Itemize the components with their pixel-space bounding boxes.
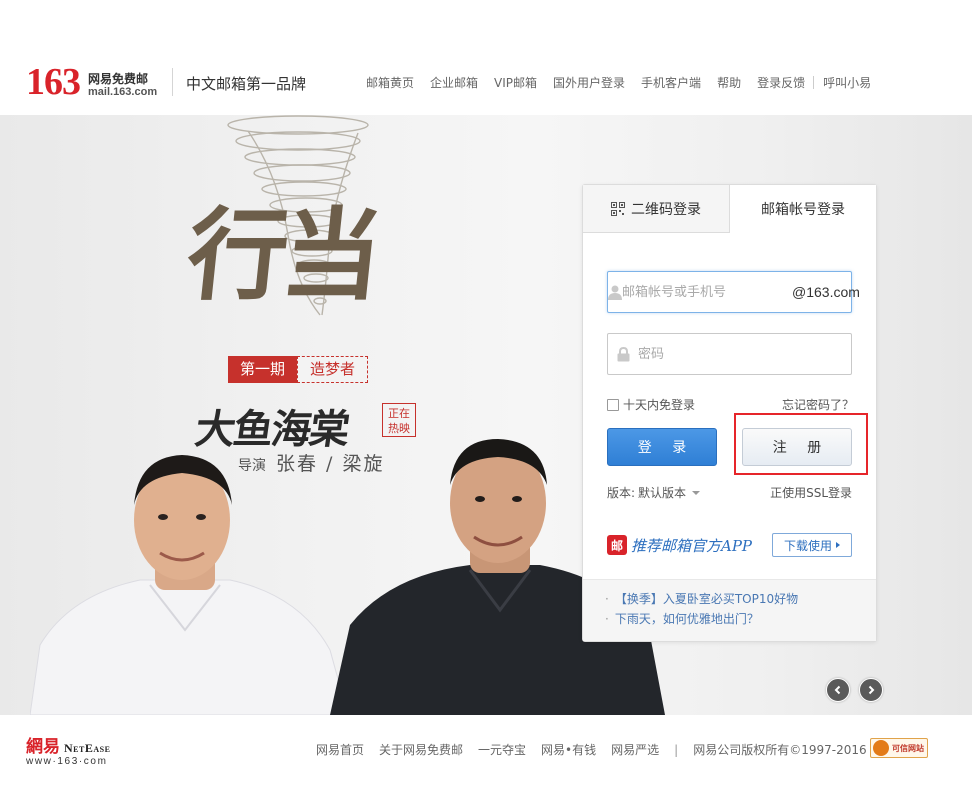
- page-footer: 網易 NetEase www·163·com 网易首页 关于网易免费邮 一元夺宝 …: [0, 715, 972, 811]
- qr-code-icon: [611, 201, 625, 216]
- footer-separator: |: [674, 742, 679, 757]
- netease-logo[interactable]: 網易 NetEase www·163·com: [26, 732, 110, 767]
- password-input[interactable]: [638, 335, 851, 373]
- bullet-icon: ·: [605, 592, 609, 606]
- remember-checkbox[interactable]: 十天内免登录: [607, 396, 695, 413]
- app-promo: 邮 推荐邮箱官方APP 下载使用: [607, 533, 852, 557]
- copyright-text: 网易公司版权所有©1997-2016: [693, 743, 867, 757]
- play-arrow-icon: [836, 542, 840, 548]
- news-text: 下雨天，如何优雅地出门？: [614, 612, 759, 626]
- app-promo-text: 推荐邮箱官方APP: [631, 536, 753, 555]
- trust-seal-icon: [873, 740, 889, 756]
- remember-label: 十天内免登录: [623, 398, 696, 412]
- login-button[interactable]: 登 录: [607, 428, 717, 466]
- news-list: · 【换季】入夏卧室必买TOP10好物 · 下雨天，如何优雅地出门？: [583, 579, 876, 641]
- trusted-site-badge[interactable]: 可信网站: [870, 738, 928, 758]
- carousel-next-button[interactable]: [859, 678, 883, 702]
- episode-tag: 第一期 造梦者: [228, 356, 369, 383]
- tab-qr-label: 二维码登录: [631, 201, 701, 218]
- login-panel: 二维码登录 邮箱帐号登录 @163.com: [582, 184, 877, 642]
- login-tabs: 二维码登录 邮箱帐号登录: [583, 185, 876, 233]
- footer-link-yiyuan[interactable]: 一元夺宝: [478, 741, 526, 758]
- version-label: 版本:: [607, 486, 636, 500]
- person-left-photo: [30, 455, 349, 715]
- nav-call-xiaoyi[interactable]: 呼叫小易: [823, 74, 871, 91]
- version-value: 默认版本: [638, 486, 687, 500]
- banner-headline: 行当: [181, 196, 383, 314]
- nav-mobile-client[interactable]: 手机客户端: [641, 74, 701, 91]
- account-field: @163.com: [607, 271, 860, 313]
- header-divider: [172, 68, 173, 96]
- nav-vip-mail[interactable]: VIP邮箱: [494, 74, 537, 91]
- ssl-login-link[interactable]: 正使用SSL登录: [770, 484, 852, 501]
- tab-qr-login[interactable]: 二维码登录: [583, 185, 730, 233]
- news-item[interactable]: · 下雨天，如何优雅地出门？: [605, 609, 876, 629]
- episode-number: 第一期: [228, 356, 298, 383]
- nav-enterprise-mail[interactable]: 企业邮箱: [430, 74, 478, 91]
- checkbox-box[interactable]: [607, 398, 619, 411]
- news-item[interactable]: · 【换季】入夏卧室必买TOP10好物: [605, 589, 876, 609]
- logo-domain: mail.163.com: [88, 86, 158, 98]
- nav-help[interactable]: 帮助: [717, 74, 741, 91]
- nav-yellow-pages[interactable]: 邮箱黄页: [366, 74, 414, 91]
- top-nav: 邮箱黄页 企业邮箱 VIP邮箱 国外用户登录 手机客户端 帮助 登录反馈 呼叫小…: [366, 74, 887, 91]
- version-selector[interactable]: 版本: 默认版本: [607, 484, 701, 501]
- nav-overseas-login[interactable]: 国外用户登录: [553, 74, 625, 91]
- nav-login-feedback[interactable]: 登录反馈: [757, 74, 805, 91]
- download-app-button[interactable]: 下载使用: [772, 533, 852, 557]
- tab-account-login[interactable]: 邮箱帐号登录: [730, 185, 876, 233]
- trust-badge-label: 可信网站: [892, 743, 924, 753]
- account-input[interactable]: [622, 273, 792, 311]
- caret-down-icon: [692, 490, 701, 495]
- netease-logo-cn: 網易: [26, 737, 60, 757]
- lock-icon: [608, 334, 638, 374]
- domain-suffix: @163.com: [792, 284, 860, 300]
- login-options: 十天内免登录 忘记密码了？: [607, 396, 854, 413]
- carousel-prev-button[interactable]: [826, 678, 850, 702]
- news-text: 【换季】入夏卧室必买TOP10好物: [614, 592, 799, 606]
- footer-link-yanxuan[interactable]: 网易严选: [611, 741, 659, 758]
- brand-slogan: 中文邮箱第一品牌: [186, 75, 307, 93]
- bullet-icon: ·: [605, 612, 609, 626]
- footer-link-about[interactable]: 关于网易免费邮: [379, 741, 463, 758]
- mail-app-icon: 邮: [607, 535, 627, 555]
- password-field: [607, 333, 852, 375]
- nav-separator: [813, 76, 815, 89]
- chevron-right-icon: [868, 685, 875, 695]
- register-button[interactable]: 注 册: [742, 428, 852, 466]
- download-label: 下载使用: [783, 538, 832, 553]
- footer-link-netease-home[interactable]: 网易首页: [316, 741, 364, 758]
- netease-logo-www: www·163·com: [26, 756, 108, 767]
- logo-163[interactable]: 163: [26, 62, 81, 102]
- chevron-left-icon: [834, 685, 841, 695]
- footer-link-youqian[interactable]: 网易•有钱: [541, 741, 596, 758]
- mail-login-page: 163 网易免费邮 mail.163.com 中文邮箱第一品牌 邮箱黄页 企业邮…: [0, 0, 972, 811]
- tab-account-label: 邮箱帐号登录: [761, 202, 845, 218]
- user-icon: [608, 272, 622, 312]
- episode-title: 造梦者: [297, 356, 369, 383]
- logo-name: 网易免费邮: [88, 72, 149, 86]
- forgot-password-link[interactable]: 忘记密码了？: [782, 396, 854, 413]
- footer-links: 网易首页 关于网易免费邮 一元夺宝 网易•有钱 网易严选 | 网易公司版权所有©…: [316, 741, 867, 758]
- top-header: 163 网易免费邮 mail.163.com 中文邮箱第一品牌 邮箱黄页 企业邮…: [0, 0, 972, 115]
- netease-logo-en: NetEase: [64, 741, 111, 755]
